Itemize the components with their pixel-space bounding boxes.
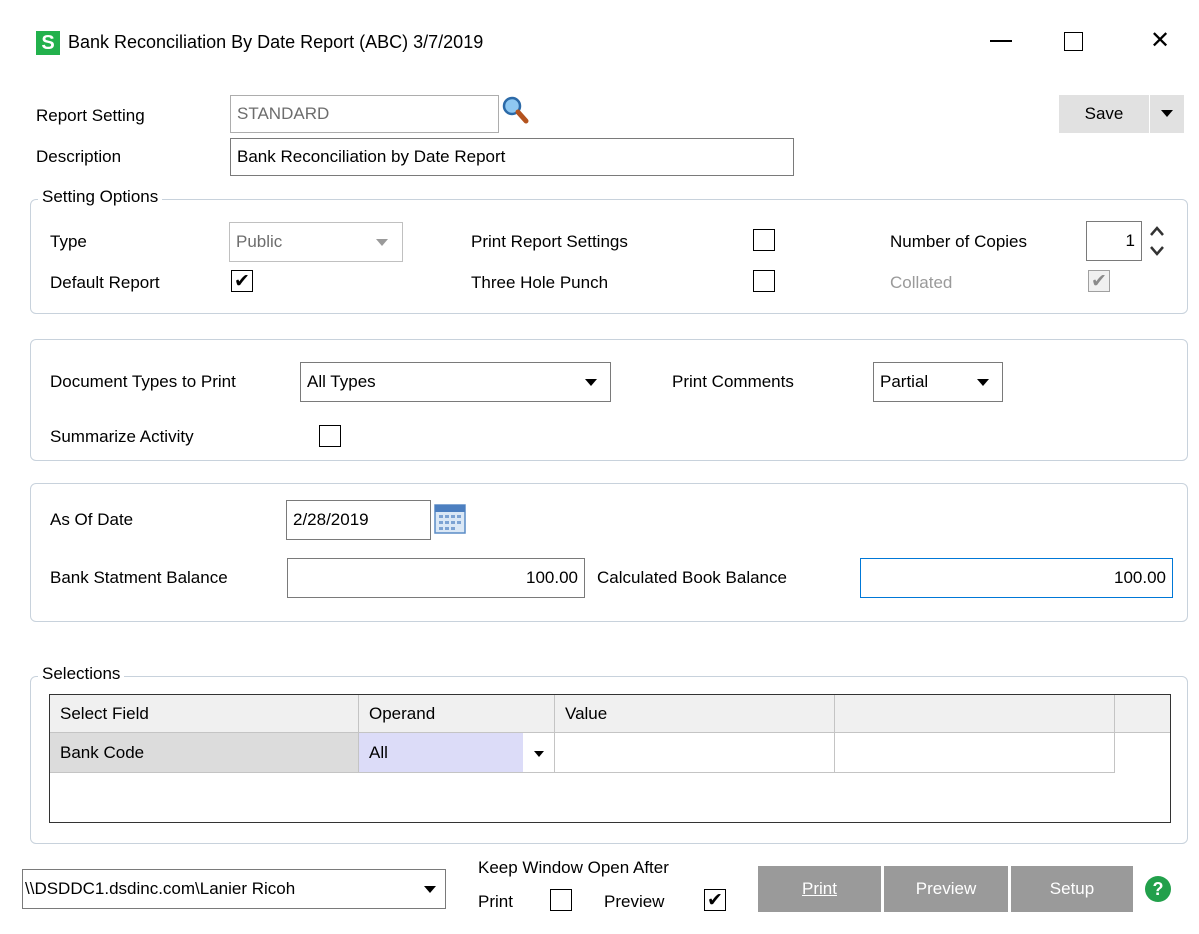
number-of-copies-field[interactable]: 1 xyxy=(1086,221,1142,261)
default-report-label: Default Report xyxy=(50,273,160,292)
grid-header-value: Value xyxy=(555,695,835,733)
grid-header-extra xyxy=(835,695,1115,733)
description-label: Description xyxy=(36,147,122,166)
maximize-icon[interactable] xyxy=(1064,32,1083,51)
window-title: Bank Reconciliation By Date Report (ABC)… xyxy=(68,32,484,52)
print-button[interactable]: Print xyxy=(758,866,881,912)
printer-dropdown[interactable]: \\DSDDC1.dsdinc.com\Lanier Ricoh xyxy=(22,869,446,909)
lookup-icon[interactable] xyxy=(501,95,529,125)
as-of-date-field[interactable]: 2/28/2019 xyxy=(286,500,431,540)
book-balance-field[interactable]: 100.00 xyxy=(860,558,1173,598)
selections-grid: Select Field Operand Value Bank Code All xyxy=(49,694,1171,823)
preview-button[interactable]: Preview xyxy=(884,866,1008,912)
setup-button[interactable]: Setup xyxy=(1011,866,1133,912)
help-icon[interactable]: ? xyxy=(1145,876,1171,902)
doc-types-dropdown[interactable]: All Types xyxy=(300,362,611,402)
printer-chevron-down-icon xyxy=(424,886,436,893)
keep-open-preview-label: Preview xyxy=(604,892,665,911)
default-report-checkbox[interactable]: ✔ xyxy=(231,270,253,292)
bank-balance-label: Bank Statment Balance xyxy=(50,568,228,587)
collated-checkbox[interactable]: ✔ xyxy=(1088,270,1110,292)
save-button[interactable]: Save xyxy=(1059,95,1149,133)
doc-types-label: Document Types to Print xyxy=(50,372,236,391)
grid-header-filler xyxy=(1115,695,1170,733)
grid-cell-value[interactable] xyxy=(555,733,835,773)
close-icon[interactable]: ✕ xyxy=(1150,26,1170,55)
description-field[interactable]: Bank Reconciliation by Date Report xyxy=(230,138,794,176)
setting-options-group xyxy=(30,199,1188,314)
type-chevron-down-icon xyxy=(376,239,388,246)
type-label: Type xyxy=(50,232,87,251)
title-bar: S Bank Reconciliation By Date Report (AB… xyxy=(0,0,1199,88)
bank-balance-field[interactable]: 100.00 xyxy=(287,558,585,598)
print-comments-label: Print Comments xyxy=(672,372,794,391)
keep-open-label: Keep Window Open After xyxy=(478,858,669,877)
grid-header-operand: Operand xyxy=(359,695,555,733)
summarize-activity-label: Summarize Activity xyxy=(50,427,194,446)
operand-dropdown-button[interactable] xyxy=(523,733,555,773)
keep-open-print-label: Print xyxy=(478,892,513,911)
minimize-icon[interactable] xyxy=(990,40,1012,42)
chevron-down-icon xyxy=(534,751,544,757)
summarize-activity-checkbox[interactable] xyxy=(319,425,341,447)
report-setting-label: Report Setting xyxy=(36,106,145,125)
print-comments-chevron-down-icon xyxy=(977,379,989,386)
grid-cell-field[interactable]: Bank Code xyxy=(50,733,359,773)
print-report-settings-label: Print Report Settings xyxy=(471,232,628,251)
calendar-icon[interactable] xyxy=(433,503,467,535)
book-balance-label: Calculated Book Balance xyxy=(597,568,787,587)
doc-types-chevron-down-icon xyxy=(585,379,597,386)
copies-spinner[interactable] xyxy=(1147,222,1167,260)
grid-cell-operand[interactable]: All xyxy=(359,733,523,773)
as-of-date-label: As Of Date xyxy=(50,510,134,529)
save-dropdown-button[interactable] xyxy=(1150,95,1184,133)
selections-legend: Selections xyxy=(38,664,125,684)
print-report-settings-checkbox[interactable] xyxy=(753,229,775,251)
three-hole-punch-label: Three Hole Punch xyxy=(471,273,609,292)
chevron-down-icon xyxy=(1161,110,1173,117)
number-of-copies-label: Number of Copies xyxy=(890,232,1028,251)
keep-open-preview-checkbox[interactable]: ✔ xyxy=(704,889,726,911)
grid-header-select-field: Select Field xyxy=(50,695,359,733)
app-icon: S xyxy=(36,31,60,55)
grid-cell-extra[interactable] xyxy=(835,733,1115,773)
setting-options-legend: Setting Options xyxy=(38,187,163,207)
report-setting-field[interactable]: STANDARD xyxy=(230,95,499,133)
keep-open-print-checkbox[interactable] xyxy=(550,889,572,911)
dates-group xyxy=(30,483,1188,622)
collated-label: Collated xyxy=(890,273,953,292)
three-hole-punch-checkbox[interactable] xyxy=(753,270,775,292)
